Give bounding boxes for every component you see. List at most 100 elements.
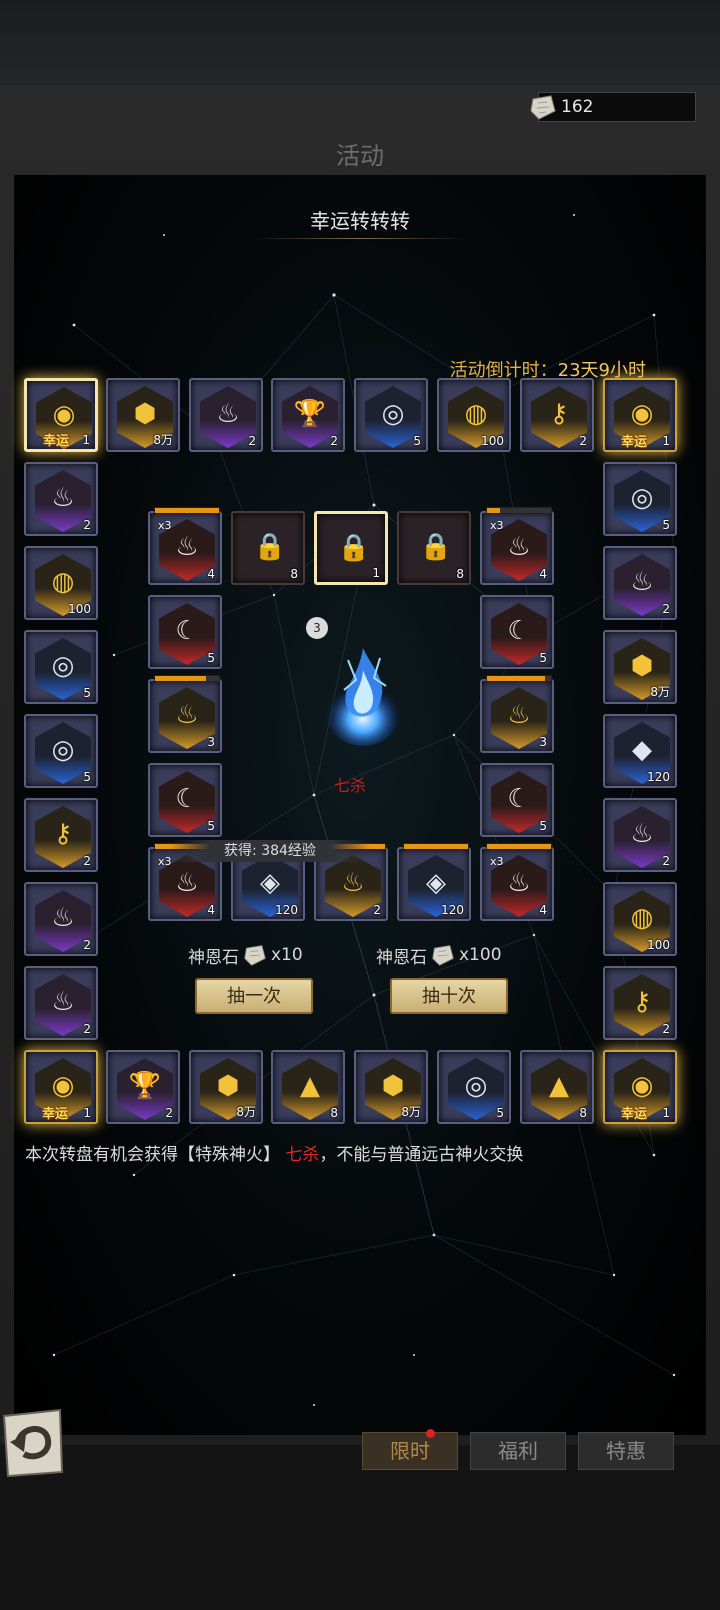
- multiplier-badge: x3: [490, 855, 504, 868]
- reward-slot[interactable]: 🏆 2: [271, 378, 345, 452]
- slot-count: 3: [207, 735, 215, 749]
- tab-label: 限时: [390, 1439, 430, 1463]
- slot-count: 2: [373, 903, 381, 917]
- reward-slot[interactable]: ◎ 5: [24, 630, 98, 704]
- lucky-orb-icon: ◉: [630, 399, 654, 429]
- fire-emblem-icon: ♨: [507, 700, 531, 730]
- reward-slot[interactable]: ⚷ 2: [520, 378, 594, 452]
- reward-slot[interactable]: 🔒 8: [397, 511, 471, 585]
- lucky-orb-icon: ◉: [51, 1071, 75, 1101]
- scroll-key-icon: ⚷: [549, 399, 569, 429]
- flame-emblem-icon: ♨: [51, 987, 75, 1017]
- reward-slot[interactable]: ♨ 2: [603, 546, 677, 620]
- slot-count: 2: [579, 434, 587, 448]
- reward-slot[interactable]: ⬢ 8万: [603, 630, 677, 704]
- slot-count: 5: [662, 518, 670, 532]
- lucky-tag: 幸运: [42, 1107, 69, 1122]
- reward-slot[interactable]: 🔒 1: [314, 511, 388, 585]
- gold-gem-icon: ⬢: [216, 1071, 240, 1101]
- moon-fire-icon: ☾: [507, 616, 531, 646]
- reward-slot[interactable]: ♨ 3: [148, 675, 222, 753]
- wheel-notice: 本次转盘有机会获得【特殊神火】 七杀，不能与普通远古神火交换: [25, 1140, 523, 1165]
- slot-count: 8万: [236, 1105, 256, 1119]
- compass-disc-icon: ◎: [630, 483, 654, 513]
- reward-slot[interactable]: ♨ 3: [480, 675, 554, 753]
- reward-slot[interactable]: ☾ 5: [148, 595, 222, 669]
- reward-slot[interactable]: ♨ 2: [24, 462, 98, 536]
- reward-slot[interactable]: ◍ 100: [603, 882, 677, 956]
- reward-slot[interactable]: ◍ 100: [24, 546, 98, 620]
- fire-emblem-icon: ♨: [175, 868, 199, 898]
- slot-count: 1: [82, 433, 90, 447]
- reward-slot[interactable]: ♨ 2: [189, 378, 263, 452]
- tab-1[interactable]: 福利: [470, 1432, 566, 1470]
- reward-slot[interactable]: ◉ 1 幸运: [24, 1050, 98, 1124]
- reward-slot[interactable]: ◈ 120: [397, 843, 471, 921]
- reward-slot[interactable]: ♨ 2: [603, 798, 677, 872]
- slot-count: 2: [662, 602, 670, 616]
- fire-emblem-icon: ♨: [175, 700, 199, 730]
- slot-count: 100: [68, 602, 91, 616]
- slot-count: 5: [539, 651, 547, 665]
- reward-slot[interactable]: ◍ 100: [437, 378, 511, 452]
- reward-slot[interactable]: ⚷ 2: [603, 966, 677, 1040]
- draw-once-cost: 神恩石 x10: [188, 942, 303, 968]
- multiplier-badge: x3: [490, 519, 504, 532]
- chalice-icon: 🏆: [128, 1071, 162, 1101]
- reward-slot[interactable]: ♨ 4 x3: [148, 507, 222, 585]
- fire-emblem-icon: ♨: [507, 868, 531, 898]
- pouch-icon: ◍: [464, 399, 488, 429]
- reward-slot[interactable]: 🏆 2: [106, 1050, 180, 1124]
- reward-slot[interactable]: ▲ 8: [520, 1050, 594, 1124]
- slot-count: 2: [83, 854, 91, 868]
- reward-slot[interactable]: ♨ 2: [24, 966, 98, 1040]
- slot-count: 2: [662, 1022, 670, 1036]
- slot-count: 120: [441, 903, 464, 917]
- blue-flame-icon: [325, 648, 401, 746]
- draw-once-button[interactable]: 抽一次: [195, 978, 313, 1014]
- back-arrow-icon[interactable]: [0, 1408, 66, 1478]
- reward-slot[interactable]: ▲ 8: [271, 1050, 345, 1124]
- reward-slot[interactable]: ♨ 2: [24, 882, 98, 956]
- slot-count: 8: [456, 567, 464, 581]
- slot-count: 5: [539, 819, 547, 833]
- lucky-orb-icon: ◉: [630, 1071, 654, 1101]
- compass-disc-icon: ◎: [51, 735, 75, 765]
- moon-fire-icon: ☾: [175, 616, 199, 646]
- tab-0[interactable]: 限时: [362, 1429, 458, 1470]
- reward-slot[interactable]: 🔒 8: [231, 511, 305, 585]
- reward-slot[interactable]: ♨ 4 x3: [480, 507, 554, 585]
- slot-count: 100: [647, 938, 670, 952]
- exp-gain-tip: 获得: 384经验: [170, 840, 370, 862]
- slot-count: 1: [662, 434, 670, 448]
- reward-slot[interactable]: ◎ 5: [437, 1050, 511, 1124]
- dust-pile-icon: ▲: [549, 1071, 569, 1101]
- reward-slot[interactable]: ◎ 5: [354, 378, 428, 452]
- reward-slot[interactable]: ◉ 1 幸运: [24, 378, 98, 452]
- draw-ten-button[interactable]: 抽十次: [390, 978, 508, 1014]
- reward-slot[interactable]: ⬢ 8万: [189, 1050, 263, 1124]
- reward-slot[interactable]: ⚷ 2: [24, 798, 98, 872]
- reward-slot[interactable]: ☾ 5: [480, 595, 554, 669]
- reward-slot[interactable]: ◉ 1 幸运: [603, 378, 677, 452]
- slot-count: 1: [662, 1106, 670, 1120]
- void-cube-icon: ◈: [260, 868, 280, 898]
- flame-emblem-icon: ♨: [630, 819, 654, 849]
- reward-slot[interactable]: ♨ 4 x3: [480, 843, 554, 921]
- pouch-icon: ◍: [630, 903, 654, 933]
- reward-slot[interactable]: ◎ 5: [603, 462, 677, 536]
- slot-count: 2: [83, 938, 91, 952]
- reward-slot[interactable]: ◉ 1 幸运: [603, 1050, 677, 1124]
- reward-slot[interactable]: ⬢ 8万: [106, 378, 180, 452]
- flame-emblem-icon: ♨: [630, 567, 654, 597]
- chalice-icon: 🏆: [293, 399, 327, 429]
- fire-progress-bar: [486, 507, 552, 514]
- special-fire-name: 七杀: [333, 776, 366, 795]
- reward-slot[interactable]: ⬢ 8万: [354, 1050, 428, 1124]
- fire-emblem-icon: ♨: [507, 532, 531, 562]
- slot-count: 2: [662, 854, 670, 868]
- slot-count: 4: [207, 903, 215, 917]
- tab-2[interactable]: 特惠: [578, 1432, 674, 1470]
- gold-gem-icon: ⬢: [630, 651, 654, 681]
- locked-chest-icon: 🔒: [337, 533, 371, 563]
